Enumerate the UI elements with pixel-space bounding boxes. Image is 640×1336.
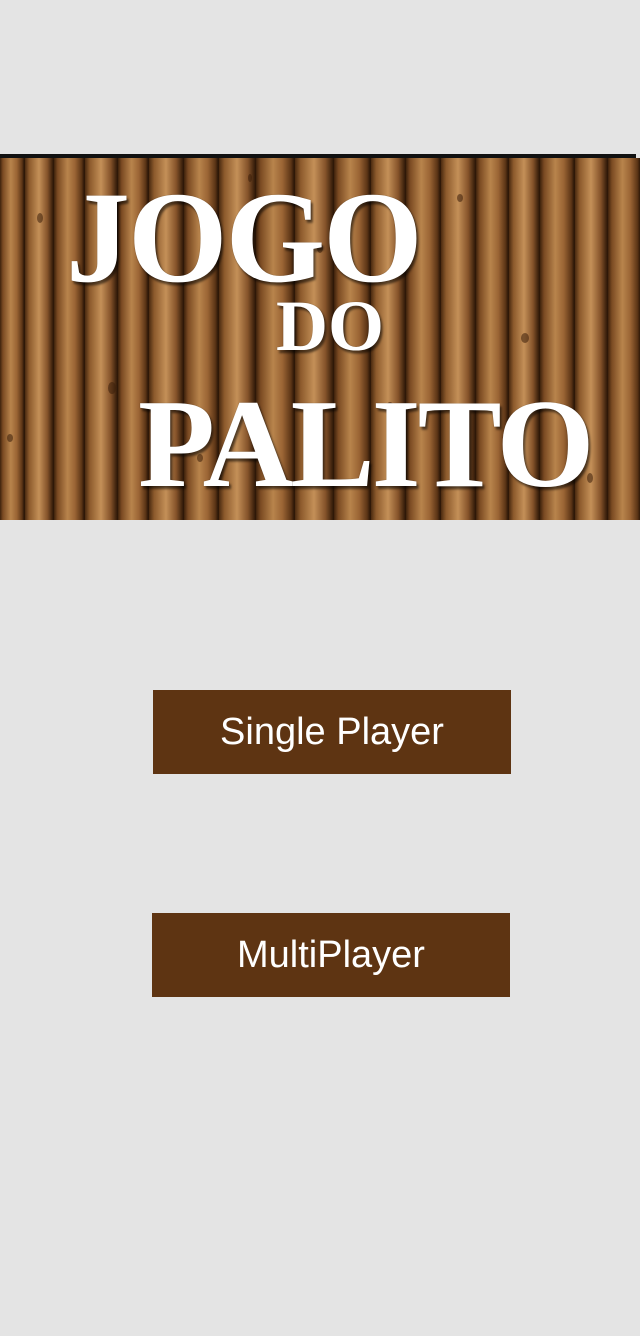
title-banner: JOGO DO PALITO [0,158,640,520]
title-do: DO [276,286,384,366]
title-jogo: JOGO [66,164,423,310]
single-player-button[interactable]: Single Player [153,690,511,774]
title-palito: PALITO [138,375,594,514]
app-screen: JOGO DO PALITO Single Player MultiPlayer [0,0,640,1336]
multiplayer-button[interactable]: MultiPlayer [152,913,510,997]
